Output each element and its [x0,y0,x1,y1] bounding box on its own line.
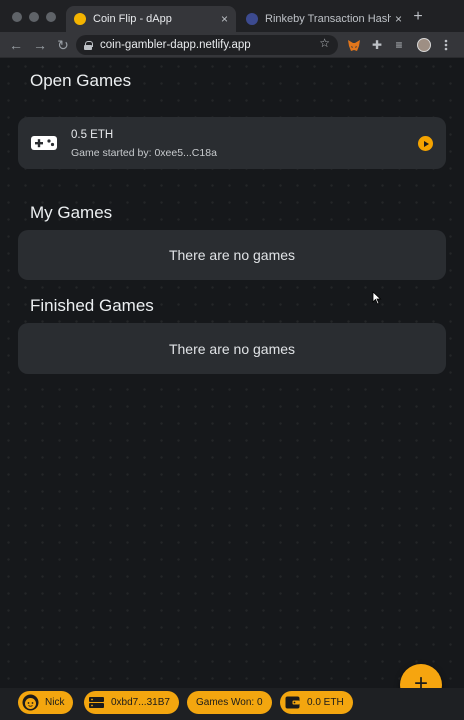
eth-balance: 0.0 ETH [307,697,344,708]
forward-button[interactable]: → [32,36,48,54]
finished-games-heading: Finished Games [30,296,154,315]
server-icon [89,697,104,708]
my-games-empty-text: There are no games [168,247,296,263]
address-chip[interactable]: 0xbd7...31B7 [84,691,179,714]
tab-rinkeby[interactable]: Rinkeby Transaction Hash (Tx × [238,6,410,32]
address-bar[interactable]: coin-gambler-dapp.netlify.app ☆ [76,35,338,55]
lock-icon [84,40,93,50]
extensions-puzzle-icon[interactable]: ✚ [369,37,385,53]
browser-toolbar: ← → ↻ coin-gambler-dapp.netlify.app ☆ ✚ … [0,32,464,58]
tab-title: Coin Flip - dApp [93,13,172,25]
reading-list-icon[interactable]: ≡ [391,37,407,53]
my-games-empty-card: There are no games [18,230,446,280]
close-window-button[interactable] [12,12,22,22]
wallet-address: 0xbd7...31B7 [111,697,170,708]
game-amount: 0.5 ETH [71,129,114,141]
etherscan-favicon-icon [246,13,258,25]
mouse-cursor-icon [372,291,382,305]
open-games-heading: Open Games [30,71,132,90]
games-won-chip[interactable]: Games Won: 0 [187,691,272,714]
browser-tabstrip: Coin Flip - dApp × Rinkeby Transaction H… [0,0,464,32]
tab-title: Rinkeby Transaction Hash (Tx [265,13,391,25]
browser-menu-icon[interactable] [438,37,454,53]
my-games-heading: My Games [30,203,113,222]
user-face-icon [22,694,39,711]
maximize-window-button[interactable] [46,12,56,22]
balance-chip[interactable]: 0.0 ETH [280,691,353,714]
app-main: Open Games 0.5 ETH Game started by: 0xee… [0,58,464,720]
profile-avatar-icon[interactable] [416,37,432,53]
metamask-fox-icon[interactable] [346,37,362,53]
finished-games-empty-card: There are no games [18,323,446,374]
back-button[interactable]: ← [8,36,24,54]
open-game-card[interactable]: 0.5 ETH Game started by: 0xee5...C18a [18,117,446,169]
bookmark-star-icon[interactable]: ☆ [319,36,330,50]
coin-favicon-icon [74,13,86,25]
join-game-play-icon[interactable] [418,136,433,151]
finished-games-empty-text: There are no games [168,340,296,357]
user-chip[interactable]: Nick [18,691,74,714]
reload-button[interactable]: ↻ [55,36,71,54]
minimize-window-button[interactable] [29,12,39,22]
close-tab-icon[interactable]: × [395,12,402,26]
url-text: coin-gambler-dapp.netlify.app [100,39,251,51]
status-bar: Nick 0xbd7...31B7 Games Won: 0 0.0 ETH [0,688,464,720]
new-tab-button[interactable]: + [410,8,426,26]
wallet-icon [285,696,300,709]
game-creator: Game started by: 0xee5...C18a [71,147,217,159]
tab-coin-flip[interactable]: Coin Flip - dApp × [66,6,236,32]
username: Nick [45,697,65,708]
games-won-text: Games Won: 0 [196,697,263,708]
close-tab-icon[interactable]: × [221,12,228,26]
gamepad-icon [31,136,57,150]
